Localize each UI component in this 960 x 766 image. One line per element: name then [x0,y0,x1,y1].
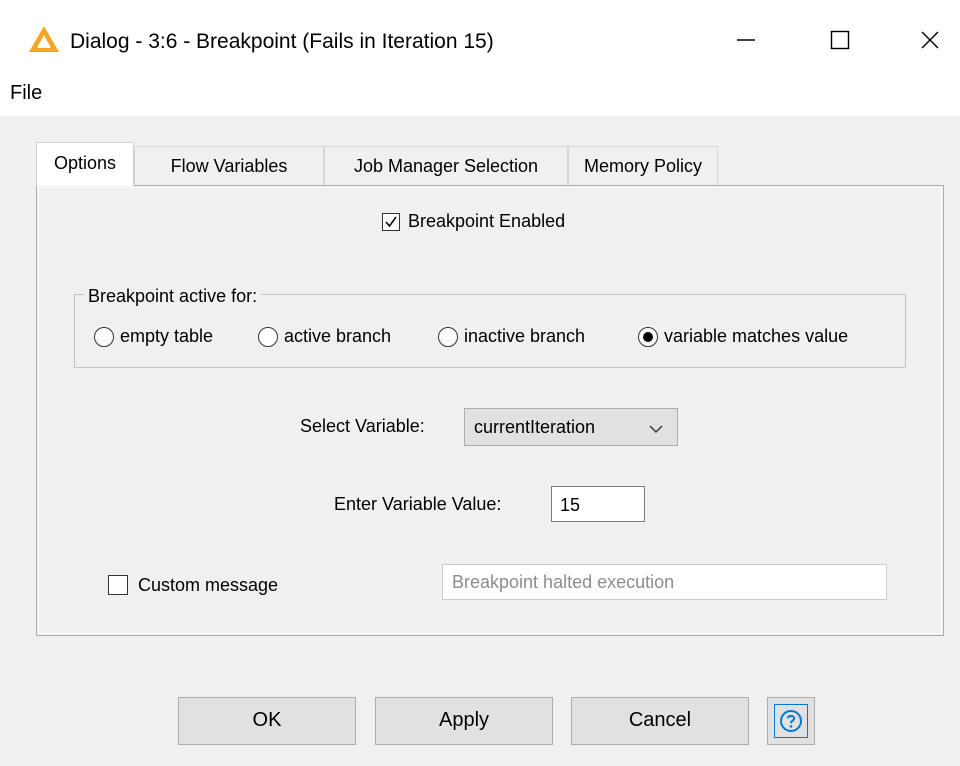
custom-message-input[interactable]: Breakpoint halted execution [442,564,887,600]
breakpoint-enabled-checkbox[interactable] [382,213,400,231]
close-icon [921,31,939,49]
tab-options[interactable]: Options [36,142,134,186]
variable-value-label: Enter Variable Value: [334,494,502,514]
radio-empty-table-label[interactable]: empty table [120,326,213,347]
help-button[interactable] [767,697,815,745]
tab-job-manager-selection[interactable]: Job Manager Selection [324,146,568,186]
radio-variable-matches-value-label[interactable]: variable matches value [664,326,848,347]
help-icon [780,710,802,732]
radio-inactive-branch[interactable] [438,327,458,347]
cancel-button[interactable]: Cancel [571,697,749,745]
title-bar: Dialog - 3:6 - Breakpoint (Fails in Iter… [0,0,960,76]
tab-memory-policy[interactable]: Memory Policy [568,146,718,186]
maximize-icon [830,30,850,50]
radio-inactive-branch-label[interactable]: inactive branch [464,326,585,347]
minimize-icon [737,39,755,41]
breakpoint-active-group-label: Breakpoint active for: [84,286,262,307]
minimize-button[interactable] [716,18,776,62]
select-variable-label: Select Variable: [300,416,425,436]
select-variable-value: currentIteration [474,417,596,437]
select-variable-dropdown[interactable]: currentIteration [464,408,678,446]
help-button-focus-ring [774,704,808,738]
radio-active-branch[interactable] [258,327,278,347]
menu-file[interactable]: File [10,82,42,105]
custom-message-label[interactable]: Custom message [138,575,278,596]
warning-triangle-icon [29,26,59,52]
tab-flow-variables[interactable]: Flow Variables [134,146,324,186]
custom-message-checkbox[interactable] [108,575,128,595]
radio-variable-matches-value[interactable] [638,327,658,347]
chevron-down-icon [649,425,663,433]
maximize-button[interactable] [810,18,870,62]
window-title: Dialog - 3:6 - Breakpoint (Fails in Iter… [70,30,494,53]
radio-active-branch-label[interactable]: active branch [284,326,391,347]
breakpoint-enabled-label[interactable]: Breakpoint Enabled [408,211,565,232]
apply-button[interactable]: Apply [375,697,553,745]
checkmark-icon [385,216,397,228]
ok-button[interactable]: OK [178,697,356,745]
variable-value-input[interactable]: 15 [551,486,645,522]
close-window-button[interactable] [900,18,960,62]
radio-selected-dot [643,332,653,342]
menu-bar: File [0,76,960,116]
radio-empty-table[interactable] [94,327,114,347]
